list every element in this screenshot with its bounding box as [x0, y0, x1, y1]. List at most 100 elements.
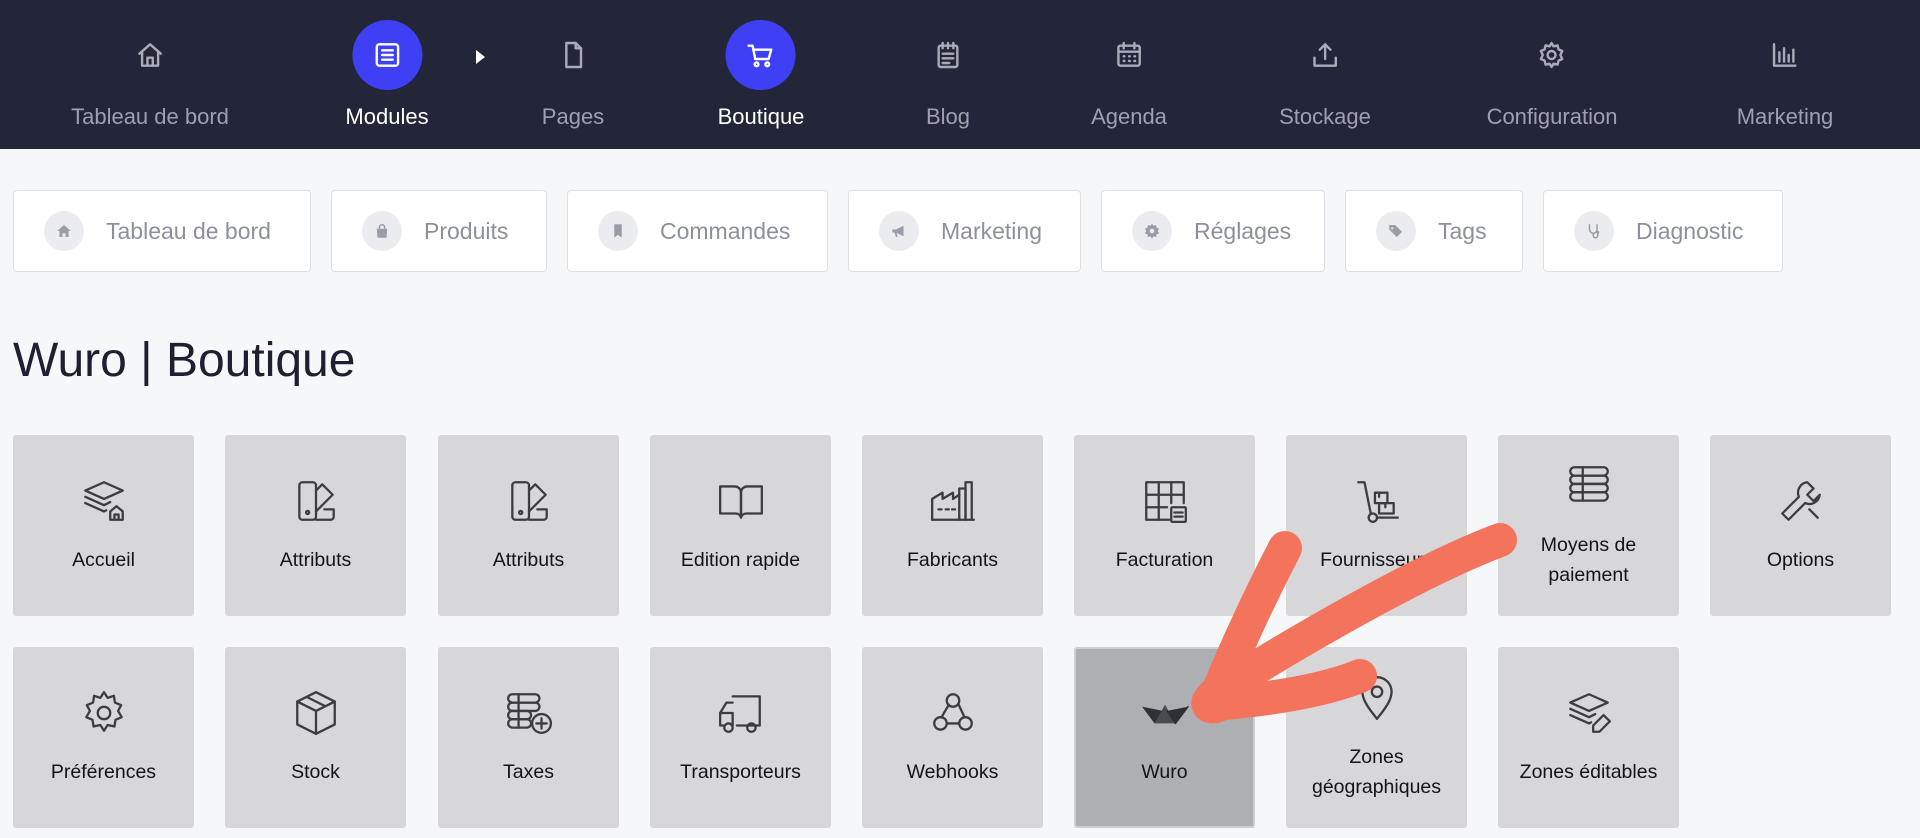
nav-modules[interactable]: Modules — [345, 20, 429, 130]
tile-fournisseurs[interactable]: Fournisseurs — [1286, 435, 1467, 616]
home-icon — [44, 211, 84, 251]
wrench-icon — [1776, 476, 1826, 531]
subtab-produits[interactable]: Produits — [331, 190, 547, 272]
tile-transporteurs[interactable]: Transporteurs — [650, 647, 831, 828]
subtab-label: Commandes — [660, 217, 791, 244]
tile-label: Accueil — [72, 549, 135, 571]
tile-zones-geographiques[interactable]: Zones géographiques — [1286, 647, 1467, 828]
nav-label: Pages — [541, 104, 605, 129]
layers-home-icon — [79, 476, 129, 531]
top-navigation: Tableau de bord Modules Pages Boutique B… — [0, 0, 1920, 149]
stethoscope-icon — [1574, 211, 1614, 251]
tile-label: Préférences — [50, 761, 157, 783]
tile-label: Fournisseurs — [1320, 549, 1433, 571]
tile-label: Attributs — [492, 549, 565, 571]
nav-pages[interactable]: Pages — [538, 20, 608, 130]
tags-icon — [1376, 211, 1416, 251]
nav-configuration[interactable]: Configuration — [1486, 20, 1618, 130]
home-icon — [115, 20, 185, 90]
nav-stockage[interactable]: Stockage — [1279, 20, 1371, 130]
tile-label: Stock — [291, 761, 340, 783]
wuro-logo-icon — [1140, 688, 1190, 743]
gear-icon — [1517, 20, 1587, 90]
shopping-bag-icon — [362, 211, 402, 251]
grid-receipt-icon — [1140, 476, 1190, 531]
map-pin-icon — [1352, 673, 1402, 728]
nav-label: Blog — [925, 104, 971, 129]
tile-label: Facturation — [1115, 549, 1214, 571]
swatch-book-icon — [291, 476, 341, 531]
subtab-tags[interactable]: Tags — [1345, 190, 1523, 272]
tile-label: Edition rapide — [680, 549, 801, 571]
notepad-icon — [913, 20, 983, 90]
tile-attributs-2[interactable]: Attributs — [438, 435, 619, 616]
tile-attributs[interactable]: Attributs — [225, 435, 406, 616]
nav-label: Agenda — [1091, 104, 1167, 129]
box-icon — [291, 688, 341, 743]
tile-facturation[interactable]: Facturation — [1074, 435, 1255, 616]
subtab-label: Diagnostic — [1636, 217, 1744, 244]
gear-icon — [79, 688, 129, 743]
tile-label: Fabricants — [906, 549, 999, 571]
file-icon — [538, 20, 608, 90]
tile-options[interactable]: Options — [1710, 435, 1891, 616]
coin-stack-icon — [1564, 461, 1614, 516]
open-book-icon — [716, 476, 766, 531]
cart-icon — [725, 20, 796, 90]
subtab-marketing[interactable]: Marketing — [848, 190, 1081, 272]
megaphone-icon — [879, 211, 919, 251]
nav-tableau-de-bord[interactable]: Tableau de bord — [71, 20, 229, 130]
nav-label: Boutique — [717, 104, 805, 129]
factory-icon — [928, 476, 978, 531]
tile-zones-editables[interactable]: Zones éditables — [1498, 647, 1679, 828]
bar-chart-icon — [1750, 20, 1820, 90]
nav-agenda[interactable]: Agenda — [1091, 20, 1167, 130]
list-icon — [352, 20, 422, 90]
tile-accueil[interactable]: Accueil — [13, 435, 194, 616]
subtab-reglages[interactable]: Réglages — [1101, 190, 1325, 272]
subtab-label: Tags — [1438, 217, 1487, 244]
nav-label: Configuration — [1486, 104, 1618, 129]
subtab-commandes[interactable]: Commandes — [567, 190, 828, 272]
truck-icon — [716, 688, 766, 743]
tile-edition-rapide[interactable]: Edition rapide — [650, 435, 831, 616]
tile-label: Webhooks — [906, 761, 999, 783]
nav-label: Modules — [345, 104, 429, 129]
tile-stock[interactable]: Stock — [225, 647, 406, 828]
webhook-icon — [928, 688, 978, 743]
tile-preferences[interactable]: Préférences — [13, 647, 194, 828]
tile-label: Zones éditables — [1519, 761, 1658, 783]
coins-plus-icon — [504, 688, 554, 743]
page-title: Wuro | Boutique — [13, 334, 356, 387]
tile-label: Taxes — [503, 761, 554, 783]
gear-icon — [1132, 211, 1172, 251]
tile-taxes[interactable]: Taxes — [438, 647, 619, 828]
nav-boutique[interactable]: Boutique — [717, 20, 805, 130]
subtab-label: Réglages — [1194, 217, 1292, 244]
layers-edit-icon — [1564, 688, 1614, 743]
tile-label: Moyens de paiement — [1540, 534, 1637, 586]
tile-label: Transporteurs — [680, 761, 801, 783]
subtab-tableau-de-bord[interactable]: Tableau de bord — [13, 190, 311, 272]
caret-right-icon — [476, 50, 485, 64]
subtab-diagnostic[interactable]: Diagnostic — [1543, 190, 1783, 272]
tile-label: Wuro — [1141, 761, 1188, 783]
subtab-label: Produits — [424, 217, 509, 244]
tile-webhooks[interactable]: Webhooks — [862, 647, 1043, 828]
tile-label: Zones géographiques — [1311, 746, 1442, 798]
subtab-label: Tableau de bord — [106, 217, 271, 244]
tile-fabricants[interactable]: Fabricants — [862, 435, 1043, 616]
tile-label: Options — [1766, 549, 1835, 571]
nav-marketing[interactable]: Marketing — [1736, 20, 1834, 130]
subtab-label: Marketing — [941, 217, 1042, 244]
nav-label: Stockage — [1279, 104, 1371, 129]
nav-label: Marketing — [1736, 104, 1834, 129]
swatch-book-icon — [504, 476, 554, 531]
nav-label: Tableau de bord — [71, 104, 229, 129]
calendar-icon — [1094, 20, 1164, 90]
bookmark-icon — [598, 211, 638, 251]
upload-icon — [1290, 20, 1360, 90]
tile-moyens-de-paiement[interactable]: Moyens de paiement — [1498, 435, 1679, 616]
nav-blog[interactable]: Blog — [913, 20, 983, 130]
tile-wuro[interactable]: Wuro — [1074, 647, 1255, 828]
